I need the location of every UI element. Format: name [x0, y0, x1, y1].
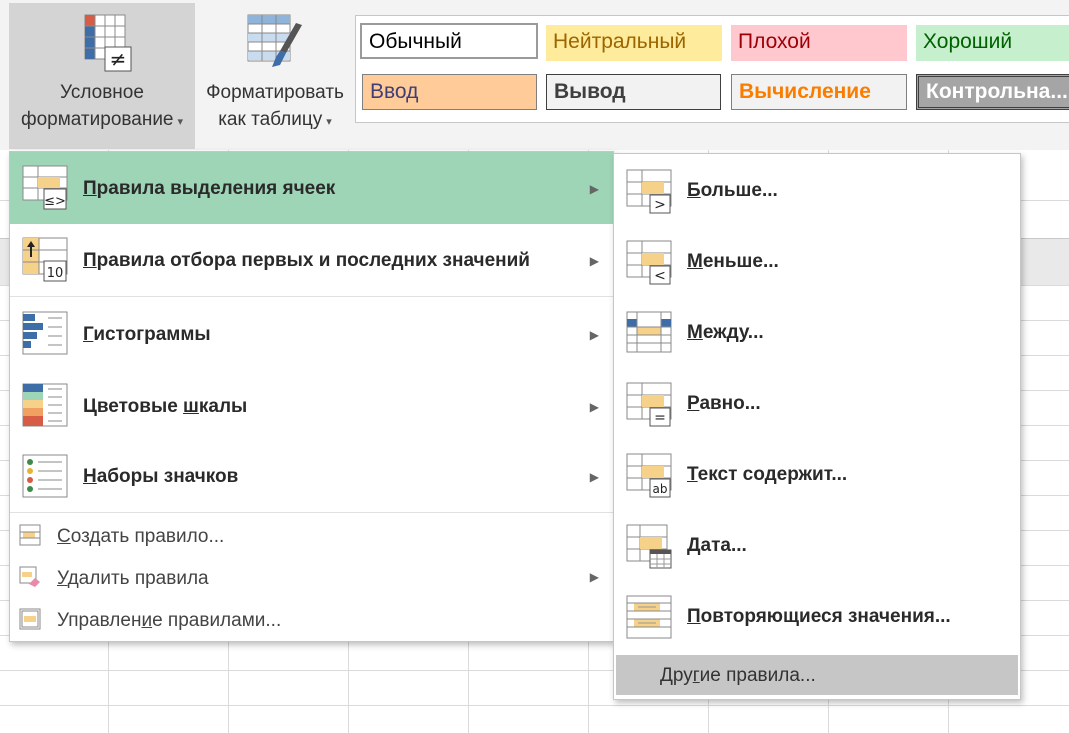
new-rule-icon [19, 524, 41, 546]
submenu-arrow-icon: ▶ [589, 400, 599, 414]
conditional-formatting-menu: ≤> Правила выделения ячеек ▶ 10 Правила … [9, 151, 614, 642]
submenu-item-between[interactable]: Между... [614, 298, 1020, 369]
submenu-item-duplicate-values[interactable]: Повторяющиеся значения... [614, 582, 1020, 653]
submenu-item-less-than[interactable]: < Меньше... [614, 227, 1020, 298]
highlight-cells-rules-icon: ≤> [22, 165, 68, 210]
svg-text:=: = [654, 410, 666, 426]
menu-item-label: Правила отбора первых и последних значен… [83, 250, 530, 271]
svg-text:ab: ab [653, 482, 668, 496]
submenu-item-equal-to[interactable]: = Равно... [614, 369, 1020, 440]
submenu-item-greater-than[interactable]: > Больше... [614, 156, 1020, 227]
menu-item-label: Удалить правила [57, 568, 209, 589]
menu-item-new-rule[interactable]: Создать правило... [10, 516, 613, 558]
svg-text:10: 10 [47, 266, 64, 281]
submenu-item-label: Повторяющиеся значения... [687, 606, 951, 627]
submenu-item-label: Текст содержит... [687, 464, 848, 485]
menu-item-icon-sets[interactable]: Наборы значков ▶ [10, 442, 613, 512]
submenu-item-date-occurring[interactable]: Дата... [614, 511, 1020, 582]
submenu-item-label: Больше... [687, 180, 778, 201]
less-than-icon: < [626, 240, 672, 285]
text-contains-icon: ab [626, 453, 672, 498]
format-as-table-button[interactable]: Форматировать как таблицу ▾ [196, 3, 354, 149]
submenu-arrow-icon: ▶ [589, 328, 599, 342]
submenu-item-text-contains[interactable]: ab Текст содержит... [614, 440, 1020, 511]
style-calculation[interactable]: Вычисление [731, 74, 907, 110]
calendar-icon [626, 524, 672, 569]
submenu-item-more-rules[interactable]: Другие правила... [616, 655, 1018, 695]
menu-item-label: Гистограммы [83, 324, 211, 345]
menu-item-label: Наборы значков [83, 466, 239, 487]
style-good[interactable]: Хороший [916, 25, 1069, 61]
menu-item-top-bottom-rules[interactable]: 10 Правила отбора первых и последних зна… [10, 224, 613, 296]
ribbon: ≠ Условное форматирование ▾ Форматировать… [0, 0, 1069, 150]
menu-item-data-bars[interactable]: Гистограммы ▶ [10, 298, 613, 370]
menu-item-highlight-cells-rules[interactable]: ≤> Правила выделения ячеек ▶ [10, 152, 613, 224]
conditional-formatting-label: Условное форматирование ▾ [20, 82, 184, 130]
style-output[interactable]: Вывод [546, 74, 721, 110]
svg-text:>: > [654, 197, 666, 213]
style-input[interactable]: Ввод [362, 74, 537, 110]
eraser-icon [19, 566, 40, 587]
submenu-arrow-icon: ▶ [589, 254, 599, 268]
menu-item-label: Правила выделения ячеек [83, 178, 336, 199]
submenu-item-label: Меньше... [687, 251, 779, 272]
color-scales-icon [22, 383, 68, 427]
svg-text:<: < [654, 268, 666, 284]
cell-styles-gallery: Обычный Нейтральный Плохой Хороший Ввод … [355, 15, 1069, 123]
duplicate-values-icon [626, 595, 672, 639]
submenu-item-label: Между... [687, 322, 764, 343]
submenu-item-label: Другие правила... [660, 665, 816, 686]
menu-item-label: Цветовые шкалы [83, 396, 248, 417]
greater-than-icon: > [626, 169, 672, 214]
menu-item-clear-rules[interactable]: Удалить правила ▶ [10, 558, 613, 600]
manage-rules-icon [19, 608, 41, 630]
submenu-arrow-icon: ▶ [589, 470, 599, 484]
submenu-arrow-icon: ▶ [589, 182, 599, 196]
conditional-formatting-button[interactable]: ≠ Условное форматирование ▾ [9, 3, 195, 149]
style-normal[interactable]: Обычный [360, 23, 538, 59]
menu-item-label: Управление правилами... [57, 610, 282, 631]
data-bars-icon [22, 311, 68, 355]
chevron-down-icon: ▾ [177, 116, 184, 128]
menu-separator [10, 296, 613, 297]
between-icon [626, 311, 672, 353]
style-check-cell[interactable]: Контрольна... [916, 74, 1069, 110]
style-neutral[interactable]: Нейтральный [546, 25, 722, 61]
menu-item-color-scales[interactable]: Цветовые шкалы ▶ [10, 370, 613, 442]
menu-item-manage-rules[interactable]: Управление правилами... [10, 600, 613, 642]
menu-separator [10, 512, 613, 513]
top-bottom-rules-icon: 10 [22, 237, 68, 282]
style-bad[interactable]: Плохой [731, 25, 907, 61]
format-as-table-label: Форматировать как таблицу ▾ [206, 82, 344, 130]
submenu-item-label: Равно... [687, 393, 761, 414]
icon-sets-icon [22, 454, 68, 498]
submenu-item-label: Дата... [687, 535, 747, 556]
submenu-arrow-icon: ▶ [589, 570, 599, 584]
menu-item-label: Создать правило... [57, 526, 225, 547]
svg-text:≤>: ≤> [44, 194, 66, 209]
chevron-down-icon: ▾ [326, 116, 332, 128]
equal-to-icon: = [626, 382, 672, 427]
highlight-cells-rules-submenu: > Больше... < Меньше... Между... = Равно… [613, 153, 1021, 700]
conditional-formatting-icon: ≠ [84, 14, 132, 72]
format-as-table-icon [247, 14, 302, 67]
svg-text:≠: ≠ [110, 47, 127, 71]
